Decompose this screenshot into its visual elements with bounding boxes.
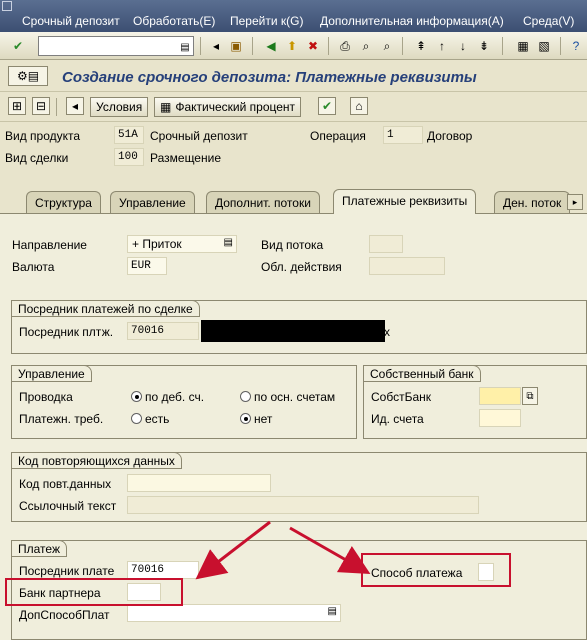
arrow-to-payment-method	[289, 526, 371, 574]
annotation-arrows	[195, 520, 371, 580]
arrow-to-partner-bank	[195, 520, 271, 580]
